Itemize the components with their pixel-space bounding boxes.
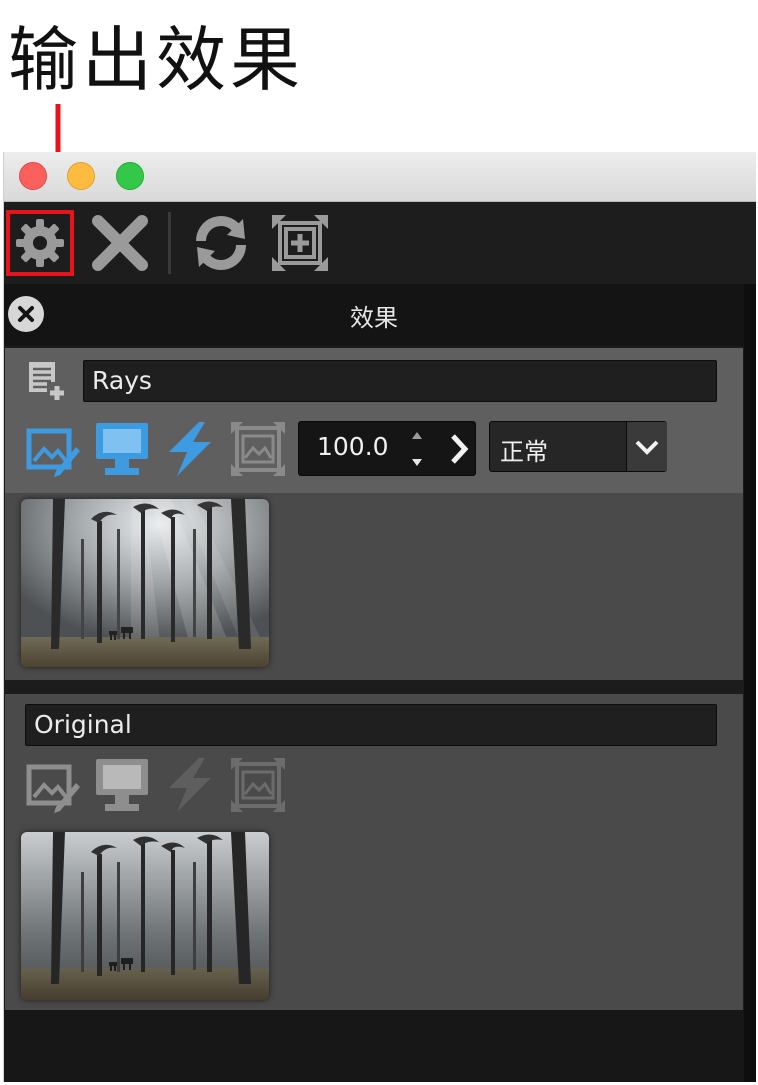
layer-name-field[interactable]: Rays <box>83 360 717 402</box>
monitor-icon <box>96 423 148 475</box>
panel-footer <box>4 1010 744 1082</box>
layer-controls: Rays 100.0 正常 <box>5 348 743 493</box>
zoom-window-button[interactable] <box>116 162 144 190</box>
chevron-right-icon[interactable] <box>447 432 471 466</box>
layer-preview-area <box>5 493 743 680</box>
layer-thumbnail[interactable] <box>21 499 269 667</box>
close-window-button[interactable] <box>19 162 47 190</box>
layer-thumbnail[interactable] <box>21 832 269 1000</box>
blend-dropdown-button[interactable] <box>626 422 667 471</box>
screenshot-root: 输出效果 效果 Rays 100.0 正常 Original <box>0 0 758 1085</box>
toolbar <box>4 202 756 284</box>
layer-original[interactable]: Original <box>5 694 743 1010</box>
frame-image-button[interactable] <box>229 420 287 478</box>
blend-mode-value: 正常 <box>500 438 548 466</box>
stepper-icon[interactable] <box>407 428 427 470</box>
page-heading: 输出效果 <box>8 19 304 101</box>
opacity-value: 100.0 <box>317 432 389 461</box>
gear-icon <box>16 219 64 267</box>
minimize-window-button[interactable] <box>67 162 95 190</box>
fit-frame-icon <box>272 215 328 271</box>
chevron-down-icon <box>635 440 659 455</box>
frame-image-icon <box>231 758 285 812</box>
forest-original-image <box>21 832 269 1000</box>
panel-title: 效果 <box>350 304 398 332</box>
forest-rays-image <box>21 499 269 667</box>
lightning-button[interactable] <box>161 756 219 814</box>
x-icon <box>92 215 148 271</box>
monitor-icon <box>96 759 148 811</box>
edit-mask-button[interactable] <box>25 422 83 480</box>
monitor-button[interactable] <box>93 756 151 814</box>
edit-mask-button[interactable] <box>25 758 83 816</box>
toolbar-divider <box>168 212 171 274</box>
lightning-button[interactable] <box>161 420 219 478</box>
window-titlebar[interactable] <box>4 152 756 202</box>
settings-button[interactable] <box>6 210 74 276</box>
scrollbar[interactable] <box>744 284 756 1082</box>
refresh-icon <box>196 216 246 270</box>
close-effect-button[interactable] <box>86 210 154 276</box>
layer-name-field[interactable]: Original <box>25 704 717 746</box>
lightning-icon <box>169 758 211 812</box>
blend-mode-select[interactable]: 正常 <box>489 421 667 472</box>
fit-button[interactable] <box>266 210 334 276</box>
refresh-button[interactable] <box>187 210 255 276</box>
frame-image-icon <box>231 422 285 476</box>
app-window: 效果 Rays 100.0 正常 Original <box>3 152 756 1082</box>
frame-image-button[interactable] <box>229 756 287 814</box>
opacity-field[interactable]: 100.0 <box>298 421 476 476</box>
edit-mask-icon <box>26 764 80 813</box>
panel-header: 效果 <box>4 284 744 346</box>
monitor-button[interactable] <box>93 420 151 478</box>
add-layer-icon[interactable] <box>27 360 69 404</box>
edit-mask-icon <box>26 428 80 477</box>
lightning-icon <box>169 422 211 476</box>
layer-rays[interactable]: Rays 100.0 正常 <box>5 348 743 680</box>
